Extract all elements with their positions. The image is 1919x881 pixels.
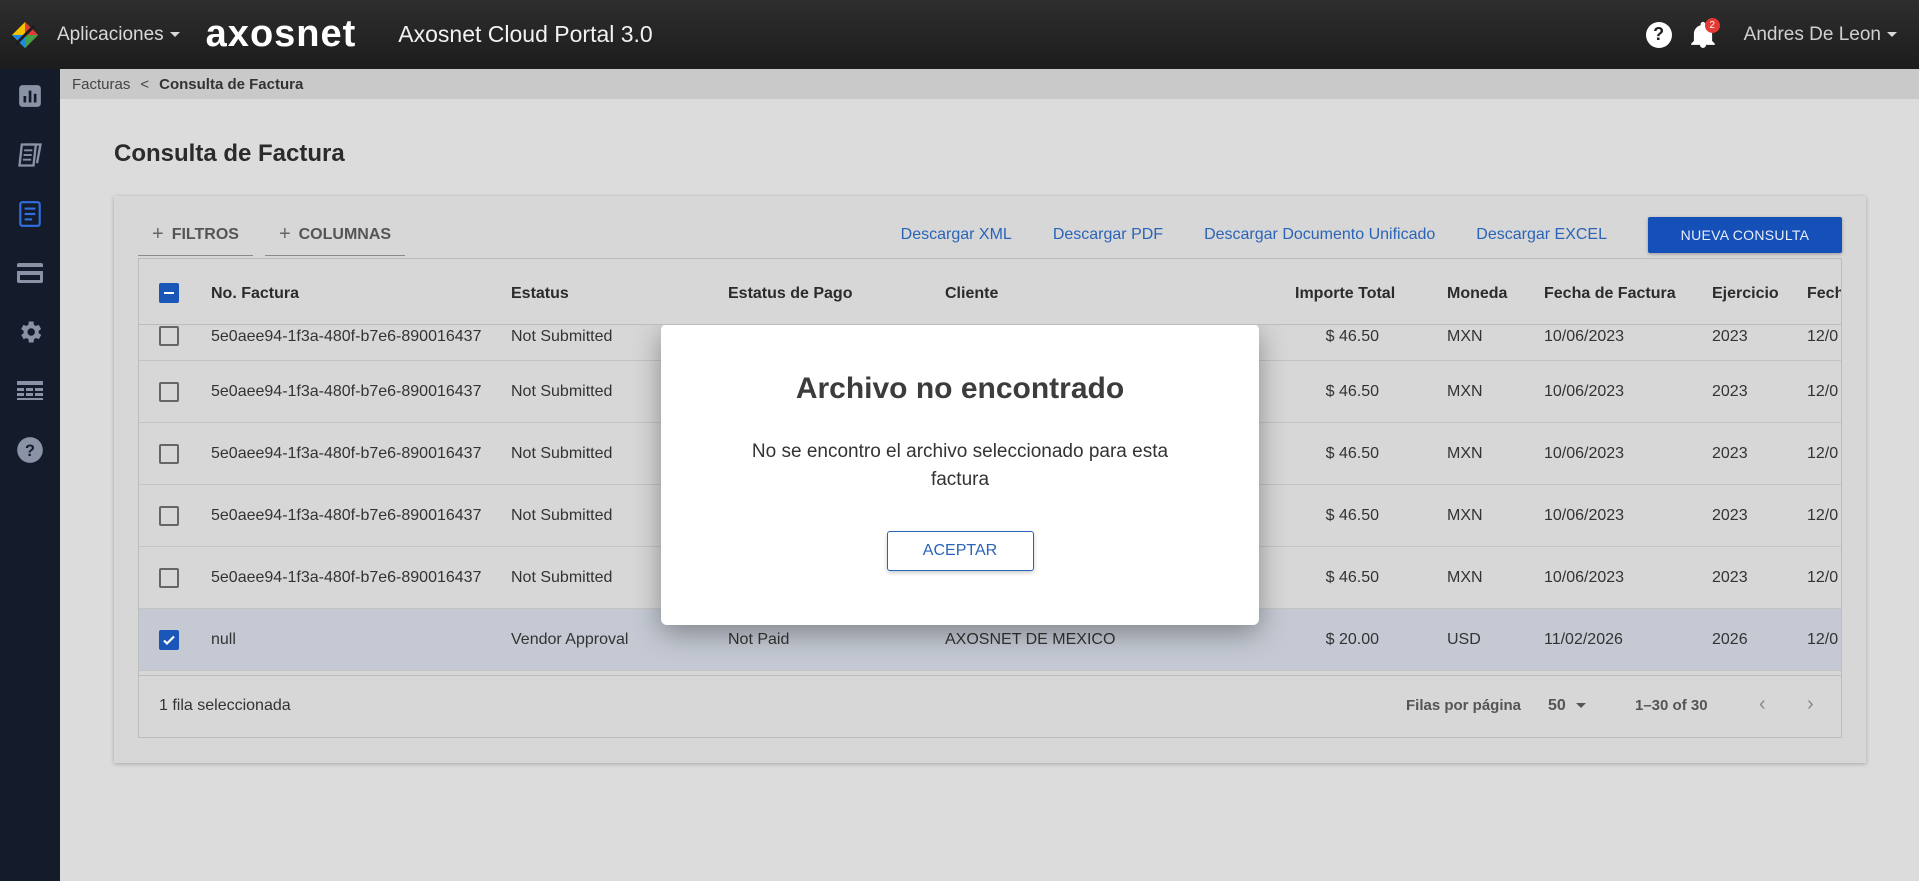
file-not-found-dialog: Archivo no encontrado No se encontro el … (661, 324, 1259, 625)
accept-button[interactable]: ACEPTAR (886, 531, 1034, 571)
grid-header: No. Factura Estatus Estatus de Pago Clie… (139, 259, 1841, 325)
header-status[interactable]: Estatus (511, 285, 569, 303)
minus-icon (164, 292, 174, 294)
header-payment-status[interactable]: Estatus de Pago (728, 285, 852, 303)
header-total[interactable]: Importe Total (1295, 285, 1395, 303)
dialog-message: No se encontro el archivo seleccionado p… (751, 441, 1169, 490)
header-invoice-no[interactable]: No. Factura (211, 285, 299, 303)
header-fiscal-year[interactable]: Ejercicio (1712, 285, 1779, 303)
modal-overlay[interactable]: Archivo no encontrado No se encontro el … (0, 0, 1919, 881)
dialog-title: Archivo no encontrado (795, 372, 1125, 405)
header-client[interactable]: Cliente (945, 285, 998, 303)
select-all-checkbox[interactable] (159, 283, 179, 303)
header-invoice-date[interactable]: Fecha de Factura (1544, 285, 1676, 303)
header-date2[interactable]: Fech (1807, 285, 1841, 303)
header-currency[interactable]: Moneda (1447, 285, 1507, 303)
